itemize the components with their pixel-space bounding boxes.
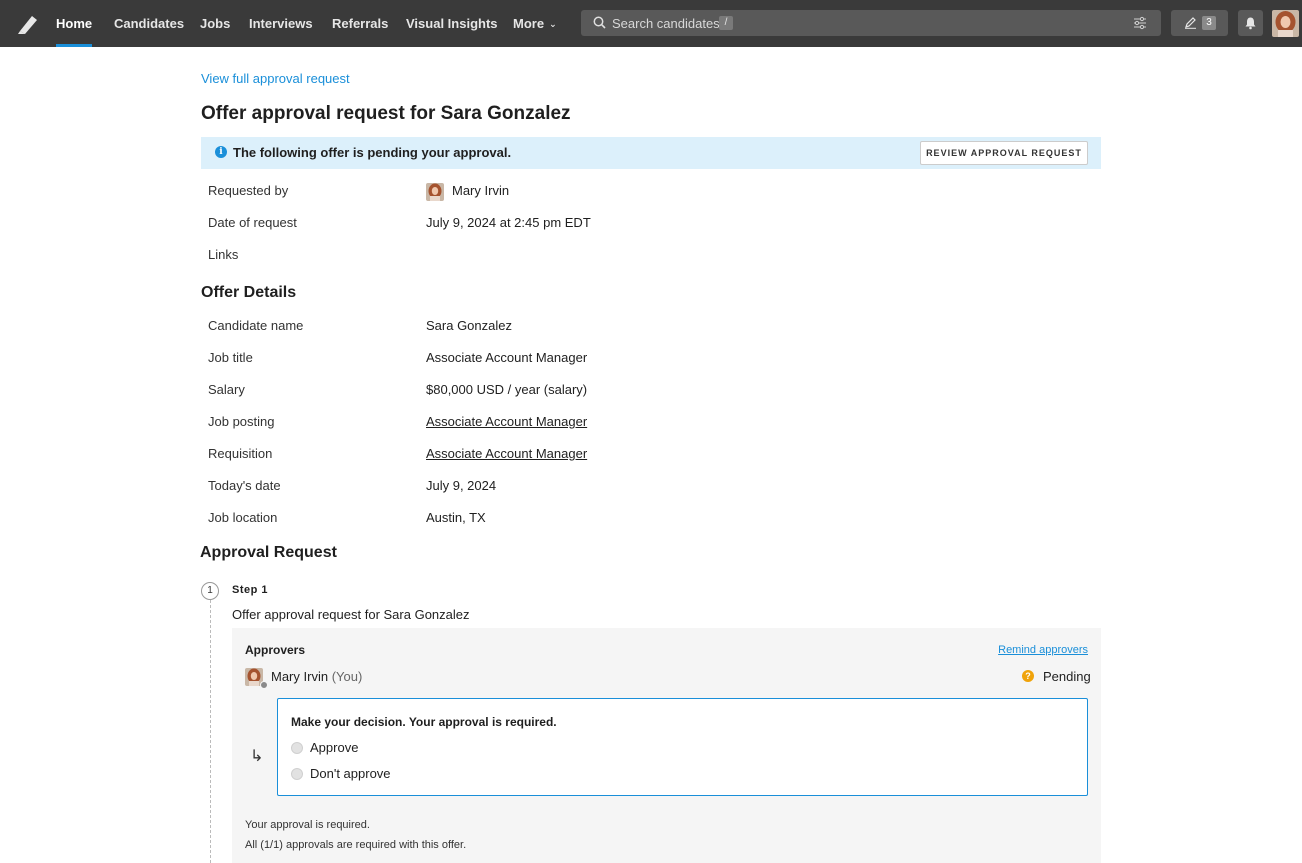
requisition-label: Requisition [208,446,273,461]
dont-approve-radio-label[interactable]: Don't approve [310,766,391,781]
nav-jobs[interactable]: Jobs [200,0,230,47]
search-box[interactable]: / [581,10,1161,36]
offer-details-title: Offer Details [201,284,297,301]
approve-radio-label[interactable]: Approve [310,740,358,755]
date-of-request-label: Date of request [208,215,297,230]
job-title-label: Job title [208,350,253,365]
todays-date-value: July 9, 2024 [426,478,497,493]
todays-date-label: Today's date [208,478,281,493]
job-posting-link[interactable]: Associate Account Manager [426,414,587,429]
requested-by-value: Mary Irvin [452,183,510,198]
step-number-badge: 1 [201,582,219,600]
approvers-title: Approvers [245,643,306,657]
nav-more-label: More [513,16,545,31]
remind-approvers-link[interactable]: Remind approvers [998,644,1088,656]
view-full-approval-link[interactable]: View full approval request [201,71,350,86]
approval-request-title: Approval Request [200,544,337,561]
approval-required-note: Your approval is required. [245,819,370,831]
requester-avatar [426,183,444,201]
approvals-button[interactable]: 3 [1171,10,1228,36]
dont-approve-radio-circle[interactable] [291,768,303,780]
review-approval-request-button[interactable]: REVIEW APPROVAL REQUEST [920,141,1088,165]
notifications-button[interactable] [1238,10,1263,36]
info-icon: i [215,146,227,158]
approvals-count-badge: 3 [1202,16,1216,30]
step-description: Offer approval request for Sara Gonzalez [232,607,470,622]
approve-radio-circle[interactable] [291,742,303,754]
filter-sliders-icon[interactable] [1133,16,1147,30]
search-input[interactable] [612,10,1092,36]
chevron-down-icon: ⌄ [549,19,557,29]
approver-you-tag: (You) [331,669,363,684]
pencil-icon [1185,17,1196,29]
step-label: Step 1 [232,584,269,596]
banner-text: The following offer is pending your appr… [233,145,512,160]
decision-box: Make your decision. Your approval is req… [277,698,1088,796]
requested-by-label: Requested by [208,183,289,198]
step-connector-line [210,600,211,863]
job-posting-label: Job posting [208,414,275,429]
decision-title: Make your decision. Your approval is req… [291,715,557,729]
search-icon [593,16,606,29]
nav-more[interactable]: More ⌄ [513,0,557,47]
nav-referrals[interactable]: Referrals [332,0,388,47]
requisition-link[interactable]: Associate Account Manager [426,446,587,461]
candidate-name-label: Candidate name [208,318,304,333]
pending-question-icon: ? [1022,670,1034,682]
user-avatar-image [1272,10,1299,37]
job-location-label: Job location [208,510,278,525]
search-shortcut-key: / [719,16,733,30]
nav-interviews[interactable]: Interviews [249,0,313,47]
approver-name: Mary Irvin (You) [271,669,362,684]
lever-logo-icon[interactable] [16,13,40,35]
page-title: Offer approval request for Sara Gonzalez [201,103,571,124]
pending-approval-banner: i The following offer is pending your ap… [201,137,1101,169]
salary-label: Salary [208,382,245,397]
approvers-panel: Approvers Remind approvers Mary Irvin (Y… [232,628,1101,863]
approver-name-text: Mary Irvin [271,669,329,684]
top-navigation-bar: Home Candidates Jobs Interviews Referral… [0,0,1302,47]
user-avatar[interactable] [1272,10,1299,37]
approver-status-dot-icon [260,681,268,689]
job-location-value: Austin, TX [426,510,486,525]
date-of-request-value: July 9, 2024 at 2:45 pm EDT [426,215,591,230]
job-title-value: Associate Account Manager [426,350,588,365]
nav-home[interactable]: Home [56,0,93,47]
nav-candidates[interactable]: Candidates [114,0,184,47]
links-label: Links [208,247,239,262]
approvals-count-note: All (1/1) approvals are required with th… [245,839,467,851]
approval-status-text: Pending [1043,669,1091,684]
nav-visual-insights[interactable]: Visual Insights [406,0,498,47]
bell-icon [1245,17,1256,30]
candidate-name-value: Sara Gonzalez [426,318,512,333]
return-arrow-icon: ↳ [250,748,264,765]
salary-value: $80,000 USD / year (salary) [426,382,588,397]
